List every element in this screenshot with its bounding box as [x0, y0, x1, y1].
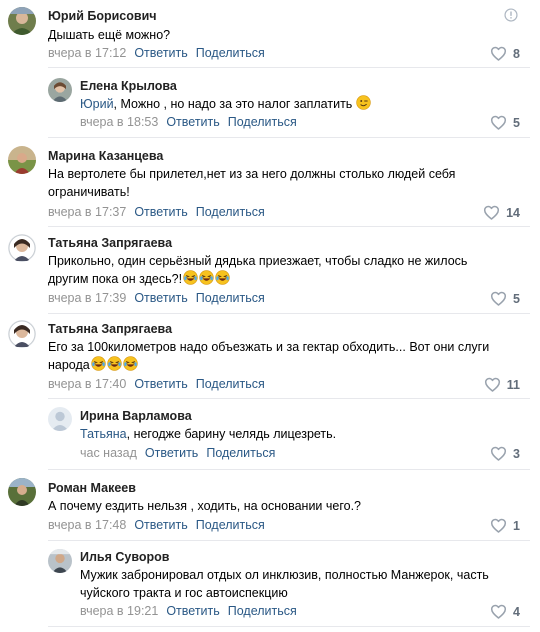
avatar[interactable] [8, 146, 36, 174]
reply-to-link[interactable]: Татьяна [80, 427, 127, 441]
like-count: 5 [513, 115, 520, 130]
comment-time[interactable]: вчера в 17:48 [48, 518, 126, 532]
like-button[interactable]: 11 [484, 377, 520, 392]
like-button[interactable]: 3 [490, 446, 520, 461]
divider [48, 398, 530, 399]
heart-outline-icon [490, 604, 507, 619]
comment-time[interactable]: вчера в 17:12 [48, 46, 126, 60]
share-button[interactable]: Поделиться [206, 446, 275, 460]
reply-button[interactable]: Ответить [134, 377, 187, 391]
face-with-tears-of-joy-emoji [91, 356, 106, 371]
comment-author[interactable]: Ирина Варламова [80, 409, 192, 423]
face-with-tears-of-joy-emoji [199, 270, 214, 285]
divider [48, 226, 530, 227]
like-button[interactable]: 8 [490, 46, 520, 61]
face-with-tears-of-joy-emoji [123, 356, 138, 371]
face-with-tears-of-joy-emoji [107, 356, 122, 371]
comment-time[interactable]: вчера в 19:21 [80, 604, 158, 618]
comment-time[interactable]: вчера в 18:53 [80, 115, 158, 129]
reply-button[interactable]: Ответить [166, 115, 219, 129]
share-button[interactable]: Поделиться [196, 377, 265, 391]
face-with-tears-of-joy-emoji [183, 270, 198, 285]
comment-time[interactable]: вчера в 17:37 [48, 205, 126, 219]
comment-meta: вчера в 18:53 Ответить Поделиться [80, 115, 297, 129]
comment-meta: вчера в 17:48 Ответить Поделиться [48, 518, 265, 532]
share-button[interactable]: Поделиться [228, 115, 297, 129]
comment-meta: вчера в 17:37 Ответить Поделиться [48, 205, 265, 219]
share-button[interactable]: Поделиться [228, 604, 297, 618]
avatar[interactable] [48, 407, 72, 431]
share-button[interactable]: Поделиться [196, 46, 265, 60]
divider [48, 137, 530, 138]
avatar[interactable] [8, 234, 36, 262]
like-button[interactable]: 5 [490, 291, 520, 306]
divider [48, 626, 530, 627]
share-button[interactable]: Поделиться [196, 205, 265, 219]
divider [48, 540, 530, 541]
comment-meta: вчера в 17:39 Ответить Поделиться [48, 291, 265, 305]
like-button[interactable]: 4 [490, 604, 520, 619]
like-count: 14 [506, 205, 520, 220]
like-count: 4 [513, 604, 520, 619]
comment-meta: вчера в 17:40 Ответить Поделиться [48, 377, 265, 391]
comment-text: Мужик забронировал отдых ол инклюзив, по… [80, 568, 489, 600]
comment-time[interactable]: вчера в 17:39 [48, 291, 126, 305]
comment-time[interactable]: час назад [80, 446, 137, 460]
heart-outline-icon [490, 446, 507, 461]
share-button[interactable]: Поделиться [196, 291, 265, 305]
heart-outline-icon [490, 518, 507, 533]
comment-meta: вчера в 19:21 Ответить Поделиться [80, 604, 297, 618]
reply-button[interactable]: Ответить [145, 446, 198, 460]
avatar[interactable] [8, 320, 36, 348]
reply-button[interactable]: Ответить [134, 46, 187, 60]
comment-author[interactable]: Илья Суворов [80, 550, 169, 564]
avatar[interactable] [48, 549, 72, 573]
heart-outline-icon [490, 291, 507, 306]
reply-button[interactable]: Ответить [134, 518, 187, 532]
reply-button[interactable]: Ответить [134, 291, 187, 305]
comment-text: Татьяна, негодже барину челядь лицезреть… [80, 427, 337, 441]
divider [48, 67, 530, 68]
report-icon[interactable] [504, 8, 518, 22]
comment-text: Прикольно, один серьёзный дядька приезжа… [48, 254, 468, 286]
comment-author[interactable]: Татьяна Запрягаева [48, 236, 172, 250]
reply-to-link[interactable]: Юрий [80, 97, 114, 111]
like-count: 3 [513, 446, 520, 461]
comment-text: Дышать ещё можно? [48, 28, 171, 42]
reply-button[interactable]: Ответить [166, 604, 219, 618]
like-count: 11 [506, 377, 520, 392]
avatar[interactable] [8, 7, 36, 35]
divider [48, 469, 530, 470]
like-button[interactable]: 14 [483, 205, 520, 220]
comment-meta: вчера в 17:12 Ответить Поделиться [48, 46, 265, 60]
like-button[interactable]: 1 [490, 518, 520, 533]
comment-meta: час назад Ответить Поделиться [80, 446, 275, 460]
heart-outline-icon [483, 205, 500, 220]
reply-button[interactable]: Ответить [134, 205, 187, 219]
comment-author[interactable]: Марина Казанцева [48, 149, 163, 163]
heart-outline-icon [490, 115, 507, 130]
divider [48, 313, 530, 314]
like-count: 1 [513, 518, 520, 533]
share-button[interactable]: Поделиться [196, 518, 265, 532]
winking-face-emoji [356, 95, 371, 110]
comment-text: Его за 100километров надо объезжать и за… [48, 340, 490, 372]
comment-text: На вертолете бы прилетел,нет из за него … [48, 167, 456, 199]
avatar[interactable] [48, 78, 72, 102]
comment-author[interactable]: Елена Крылова [80, 79, 177, 93]
like-button[interactable]: 5 [490, 115, 520, 130]
comment-text: Юрий, Можно , но надо за это налог запла… [80, 95, 526, 113]
comment-author[interactable]: Татьяна Запрягаева [48, 322, 172, 336]
comment-text: А почему ездить нельзя , ходить, на осно… [48, 499, 362, 513]
heart-outline-icon [484, 377, 501, 392]
avatar[interactable] [8, 478, 36, 506]
comment-time[interactable]: вчера в 17:40 [48, 377, 126, 391]
comment-author[interactable]: Юрий Борисович [48, 9, 157, 23]
like-count: 8 [513, 46, 520, 61]
heart-outline-icon [490, 46, 507, 61]
face-with-tears-of-joy-emoji [215, 270, 230, 285]
comment-author[interactable]: Роман Макеев [48, 481, 136, 495]
like-count: 5 [513, 291, 520, 306]
